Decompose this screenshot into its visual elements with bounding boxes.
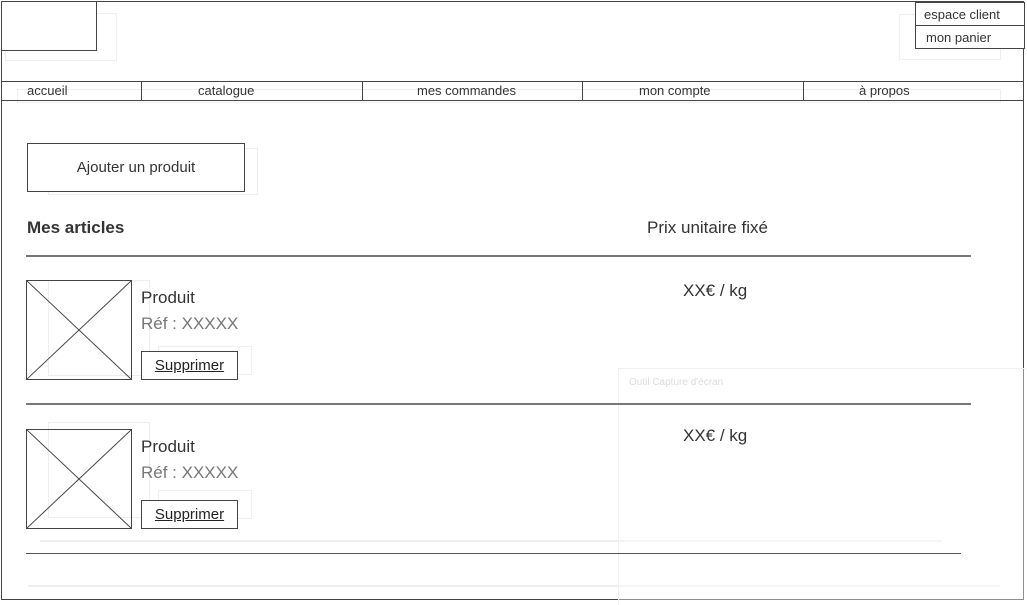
nav-separator xyxy=(803,82,804,100)
product-price: XX€ / kg xyxy=(683,281,748,300)
delete-product-button[interactable]: Supprimer xyxy=(141,500,238,529)
nav-item-accueil[interactable]: accueil xyxy=(27,82,67,100)
nav-item-a-propos[interactable]: à propos xyxy=(859,82,910,100)
image-placeholder-icon xyxy=(27,281,131,379)
product-name: Produit xyxy=(141,437,195,456)
nav-separator xyxy=(141,82,142,100)
product-name: Produit xyxy=(141,288,195,307)
main-navbar: accueil catalogue mes commandes mon comp… xyxy=(1,81,1024,101)
nav-item-mes-commandes[interactable]: mes commandes xyxy=(417,82,516,100)
col-header-articles: Mes articles xyxy=(27,218,125,237)
ghost-snipping-title: Outil Capture d'écran xyxy=(629,377,724,388)
nav-separator xyxy=(362,82,363,100)
col-header-price: Prix unitaire fixé xyxy=(647,218,768,237)
product-price: XX€ / kg xyxy=(683,426,748,445)
delete-product-button[interactable]: Supprimer xyxy=(141,351,238,380)
product-ref: Réf : XXXXX xyxy=(141,463,239,482)
list-end-divider xyxy=(26,553,961,554)
product-image-placeholder xyxy=(26,280,132,380)
row-divider xyxy=(26,403,971,405)
nav-item-catalogue[interactable]: catalogue xyxy=(198,82,254,100)
mon-panier-link[interactable]: mon panier xyxy=(915,25,1025,49)
logo-placeholder[interactable] xyxy=(1,1,97,51)
espace-client-link[interactable]: espace client xyxy=(915,2,1025,26)
header-divider xyxy=(26,255,971,257)
product-ref: Réf : XXXXX xyxy=(141,314,239,333)
nav-item-mon-compte[interactable]: mon compte xyxy=(639,82,711,100)
nav-separator xyxy=(582,82,583,100)
product-image-placeholder xyxy=(26,429,132,529)
add-product-button[interactable]: Ajouter un produit xyxy=(27,143,245,192)
image-placeholder-icon xyxy=(27,430,131,528)
